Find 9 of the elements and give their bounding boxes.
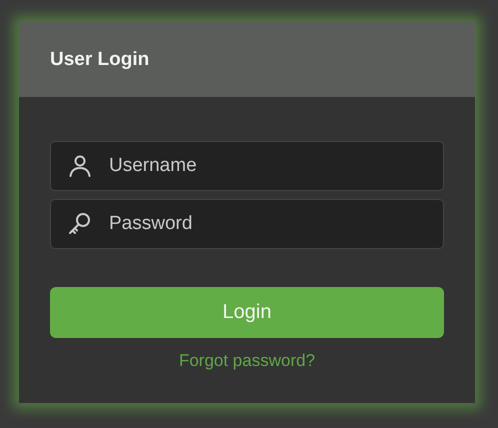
dialog-title: User Login bbox=[50, 48, 150, 70]
user-icon bbox=[67, 153, 93, 179]
key-icon bbox=[67, 211, 93, 237]
password-box[interactable]: Password bbox=[50, 199, 444, 249]
login-button[interactable]: Login bbox=[50, 287, 444, 338]
forgot-password-link[interactable]: Forgot password? bbox=[178, 351, 316, 371]
username-box[interactable]: Username bbox=[50, 141, 444, 191]
username-field[interactable]: Username bbox=[109, 155, 443, 177]
password-field[interactable]: Password bbox=[109, 213, 443, 235]
